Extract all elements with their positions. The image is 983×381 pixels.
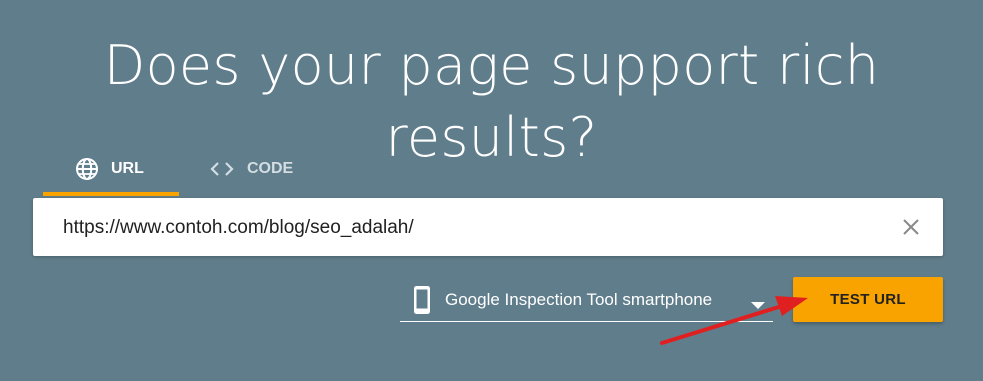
tab-url-label: URL	[111, 160, 144, 177]
test-url-button[interactable]: TEST URL	[793, 277, 943, 322]
tab-url[interactable]: URL	[43, 146, 179, 196]
code-brackets-icon	[209, 159, 235, 179]
tab-code[interactable]: CODE	[179, 146, 323, 192]
url-input-container	[33, 198, 943, 258]
dropdown-caret-icon	[751, 297, 765, 315]
globe-icon	[75, 157, 99, 181]
user-agent-dropdown[interactable]: Google Inspection Tool smartphone	[400, 279, 773, 322]
input-mode-tabs: URL CODE	[43, 146, 323, 196]
url-input[interactable]	[61, 198, 885, 258]
dropdown-selected-value: Google Inspection Tool smartphone	[445, 290, 713, 309]
close-icon[interactable]	[901, 217, 921, 237]
smartphone-icon	[412, 285, 432, 320]
tab-code-label: CODE	[247, 160, 294, 177]
